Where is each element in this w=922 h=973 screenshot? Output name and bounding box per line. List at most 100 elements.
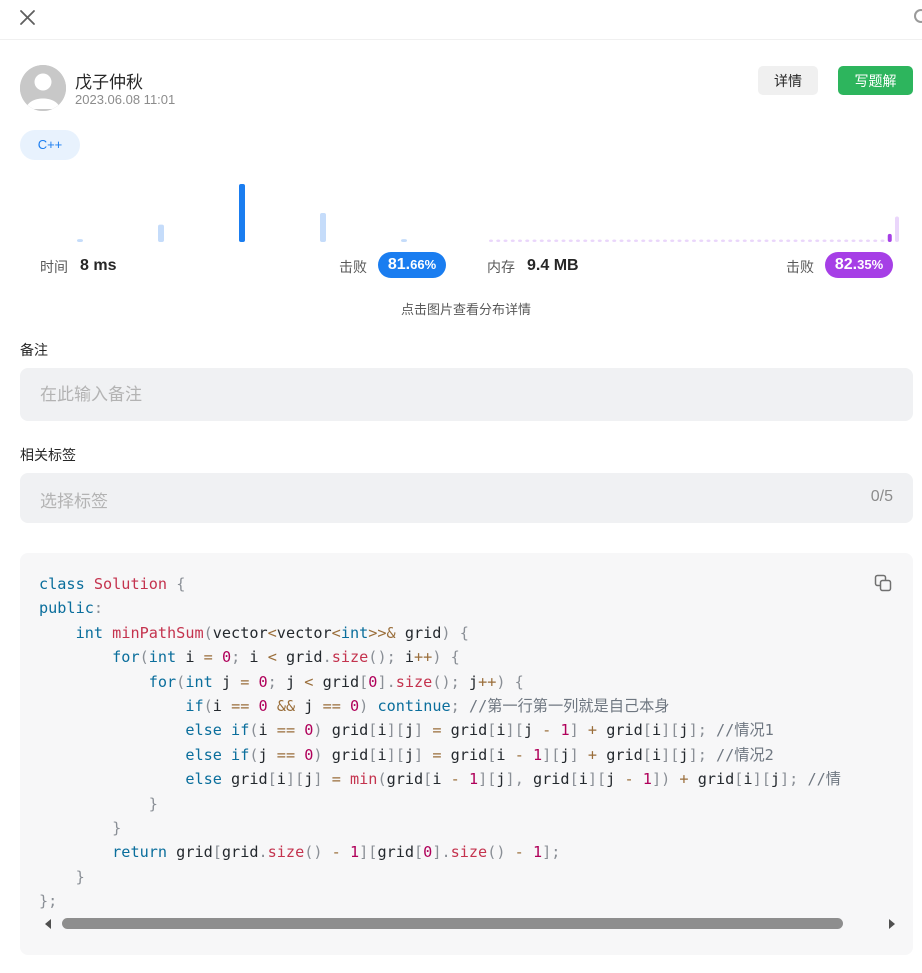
time-beat-badge: 81.66% bbox=[378, 252, 446, 278]
tag-select[interactable]: 选择标签 0/5 bbox=[20, 473, 913, 523]
scroll-left-icon[interactable] bbox=[45, 919, 51, 929]
chart-bar bbox=[510, 239, 515, 242]
scroll-thumb[interactable] bbox=[62, 918, 843, 929]
avatar[interactable] bbox=[20, 65, 66, 111]
time-beat-dec: 66% bbox=[410, 257, 437, 272]
chart-bar bbox=[496, 239, 501, 242]
chart-bar bbox=[583, 239, 588, 242]
runtime-distribution-chart[interactable] bbox=[20, 176, 460, 246]
chart-bar bbox=[895, 216, 899, 242]
chart-bar bbox=[518, 239, 522, 242]
chart-bar bbox=[77, 239, 83, 242]
chart-bar bbox=[648, 239, 653, 242]
chart-bar bbox=[873, 239, 878, 242]
chart-bar bbox=[547, 239, 551, 242]
circle-icon[interactable] bbox=[914, 9, 922, 23]
tag-select-placeholder: 选择标签 bbox=[40, 492, 108, 512]
chart-bar bbox=[641, 239, 646, 242]
language-tag: C++ bbox=[20, 130, 80, 160]
chart-bar bbox=[713, 239, 718, 242]
chart-bar bbox=[503, 239, 508, 242]
top-bar bbox=[0, 0, 922, 40]
chart-bar bbox=[779, 239, 783, 242]
memory-beat-dec: 35% bbox=[857, 257, 884, 272]
author-name[interactable]: 戊子仲秋 bbox=[75, 68, 143, 93]
detail-button[interactable]: 详情 bbox=[758, 66, 818, 95]
chart-bar bbox=[525, 239, 530, 242]
chart-bar bbox=[605, 239, 609, 242]
code-comment: //情 bbox=[807, 770, 841, 789]
chart-bar bbox=[634, 239, 638, 242]
code-viewport[interactable]: class Solution { public: int minPathSum(… bbox=[39, 572, 895, 912]
chart-bar bbox=[489, 239, 493, 242]
time-beat-int: 81. bbox=[387, 256, 411, 273]
chart-bar bbox=[742, 239, 747, 242]
chart-bar bbox=[815, 239, 820, 242]
chart-bar bbox=[851, 239, 856, 242]
chart-bar bbox=[612, 239, 617, 242]
chart-bar bbox=[887, 233, 892, 242]
chart-bar bbox=[764, 239, 769, 242]
code-comment: //情况2 bbox=[716, 745, 774, 764]
chart-bar bbox=[692, 239, 696, 242]
code-comment: //情况1 bbox=[716, 721, 774, 740]
time-value: 8 ms bbox=[80, 257, 117, 274]
chart-bar bbox=[554, 239, 559, 242]
chart-bar bbox=[728, 239, 733, 242]
memory-beat-int: 82. bbox=[834, 256, 858, 273]
memory-beat-badge: 82.35% bbox=[825, 252, 893, 278]
chart-bar bbox=[655, 239, 660, 242]
chart-bar bbox=[837, 239, 841, 242]
chart-bar bbox=[721, 239, 725, 242]
chart-bar bbox=[866, 239, 870, 242]
chart-bar bbox=[858, 239, 863, 242]
chart-bar bbox=[401, 239, 407, 242]
chart-bar bbox=[793, 239, 798, 242]
chart-bar bbox=[880, 239, 885, 242]
tags-label: 相关标签 bbox=[20, 448, 76, 464]
note-input[interactable] bbox=[20, 368, 913, 421]
memory-distribution-chart[interactable] bbox=[480, 176, 900, 246]
chart-bar bbox=[670, 239, 675, 242]
scroll-right-icon[interactable] bbox=[889, 919, 895, 929]
write-solution-button[interactable]: 写题解 bbox=[838, 66, 913, 95]
chart-bar bbox=[706, 239, 711, 242]
chart-hint[interactable]: 点击图片查看分布详情 bbox=[0, 299, 922, 318]
chart-bar bbox=[808, 239, 812, 242]
horizontal-scrollbar[interactable] bbox=[41, 915, 895, 933]
memory-beat-label: 击败 bbox=[786, 260, 814, 276]
note-label: 备注 bbox=[20, 343, 48, 359]
chart-bar bbox=[844, 239, 849, 242]
chart-bar bbox=[320, 213, 326, 242]
chart-bar bbox=[532, 239, 537, 242]
code-text: class Solution { public: int minPathSum(… bbox=[39, 575, 841, 911]
chart-bar bbox=[684, 239, 689, 242]
chart-bar bbox=[677, 239, 682, 242]
chart-bar bbox=[158, 224, 164, 242]
chart-bar bbox=[239, 184, 245, 242]
memory-value: 9.4 MB bbox=[527, 257, 579, 274]
chart-bar bbox=[786, 239, 791, 242]
time-label: 时间 bbox=[40, 260, 68, 276]
chart-bar bbox=[597, 239, 602, 242]
chart-bar bbox=[576, 239, 580, 242]
chart-bar bbox=[750, 239, 754, 242]
tag-count: 0/5 bbox=[870, 488, 893, 505]
default-avatar-icon bbox=[20, 65, 66, 111]
chart-bar bbox=[735, 239, 740, 242]
chart-bar bbox=[829, 239, 834, 242]
chart-bar bbox=[539, 239, 544, 242]
memory-label: 内存 bbox=[487, 260, 515, 276]
time-beat-label: 击败 bbox=[339, 260, 367, 276]
code-comment: //第一行第一列就是自己本身 bbox=[468, 697, 670, 716]
chart-bar bbox=[757, 239, 762, 242]
chart-bar bbox=[568, 239, 573, 242]
close-icon[interactable] bbox=[18, 8, 38, 28]
chart-bar bbox=[619, 239, 624, 242]
post-time: 2023.06.08 11:01 bbox=[75, 92, 176, 107]
chart-bar bbox=[800, 239, 805, 242]
chart-bar bbox=[590, 239, 595, 242]
chart-bar bbox=[663, 239, 667, 242]
chart-bar bbox=[626, 239, 631, 242]
chart-bar bbox=[822, 239, 827, 242]
